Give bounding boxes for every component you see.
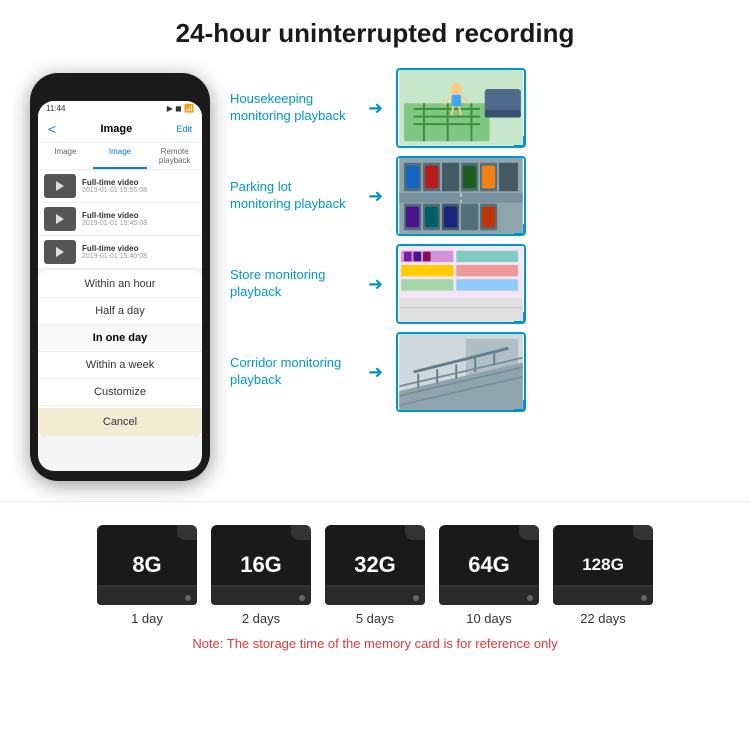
- sd-card-128g-dot: [641, 595, 647, 601]
- phone-time: 11:44: [46, 104, 65, 113]
- sd-card-16g: 16G: [211, 525, 311, 605]
- video-title-3: Full-time video: [82, 244, 196, 253]
- monitoring-row-3: Store monitoringplayback ➜: [230, 244, 730, 324]
- tab-image[interactable]: Image: [38, 143, 93, 169]
- video-item-2: Full-time video 2019-01-01 15:45:08: [38, 203, 202, 236]
- monitoring-arrow-2: ➜: [368, 186, 388, 207]
- phone-container: 11:44 ▶ ◼ 📶 < Image Edit Image Image Rem…: [20, 63, 220, 481]
- phone-icons: ▶ ◼ 📶: [167, 104, 194, 113]
- monitoring-label-3: Store monitoringplayback: [230, 267, 360, 301]
- phone-status-bar: 11:44 ▶ ◼ 📶: [38, 101, 202, 116]
- video-info-1: Full-time video 2019-01-01 15:55:08: [82, 178, 196, 194]
- dropdown-item-2[interactable]: Half a day: [38, 298, 202, 325]
- video-title-2: Full-time video: [82, 211, 196, 220]
- video-info-2: Full-time video 2019-01-01 15:45:08: [82, 211, 196, 227]
- storage-days-128g: 22 days: [580, 611, 626, 626]
- page-title: 24-hour uninterrupted recording: [0, 0, 750, 63]
- divider: [0, 501, 750, 502]
- storage-days-8g: 1 day: [131, 611, 163, 626]
- back-arrow-icon[interactable]: <: [48, 121, 56, 137]
- storage-card-64g: 64G 10 days: [439, 525, 539, 626]
- monitoring-label-2: Parking lotmonitoring playback: [230, 179, 360, 213]
- sd-card-8g: 8G: [97, 525, 197, 605]
- storage-section: 8G 1 day 16G 2 days 32G 5 days 64G: [0, 510, 750, 666]
- main-section: 11:44 ▶ ◼ 📶 < Image Edit Image Image Rem…: [0, 63, 750, 481]
- monitoring-section: Housekeepingmonitoring playback ➜: [230, 63, 730, 481]
- sd-card-32g: 32G: [325, 525, 425, 605]
- sd-card-64g: 64G: [439, 525, 539, 605]
- phone-nav-bar: < Image Edit: [38, 116, 202, 143]
- monitoring-label-1: Housekeepingmonitoring playback: [230, 91, 360, 125]
- corner-arrow-2: [514, 224, 526, 236]
- monitoring-photo-1: [396, 68, 526, 148]
- video-thumb-1: [44, 174, 76, 198]
- sd-card-64g-label: 64G: [468, 552, 510, 578]
- screen-title: Image: [100, 123, 132, 135]
- storage-days-16g: 2 days: [242, 611, 280, 626]
- monitoring-arrow-3: ➜: [368, 274, 388, 295]
- storage-card-8g: 8G 1 day: [97, 525, 197, 626]
- phone-tabs: Image Image Remote playback: [38, 143, 202, 170]
- tab-image2[interactable]: Image: [93, 143, 148, 169]
- sd-card-128g: 128G: [553, 525, 653, 605]
- tab-remote-playback[interactable]: Remote playback: [147, 143, 202, 169]
- sd-card-8g-dot: [185, 595, 191, 601]
- sd-card-64g-dot: [527, 595, 533, 601]
- storage-note: Note: The storage time of the memory car…: [182, 636, 567, 651]
- monitoring-photo-2: [396, 156, 526, 236]
- sd-card-32g-dot: [413, 595, 419, 601]
- dropdown-overlay: Within an hour Half a day In one day Wit…: [38, 271, 202, 436]
- phone-screen: 11:44 ▶ ◼ 📶 < Image Edit Image Image Rem…: [38, 101, 202, 471]
- play-icon-3: [56, 247, 64, 257]
- sd-card-8g-label: 8G: [132, 552, 161, 578]
- video-title-1: Full-time video: [82, 178, 196, 187]
- sd-card-128g-label: 128G: [582, 555, 624, 575]
- storage-days-64g: 10 days: [466, 611, 512, 626]
- sd-card-16g-label: 16G: [240, 552, 282, 578]
- storage-cards-row: 8G 1 day 16G 2 days 32G 5 days 64G: [97, 525, 653, 626]
- dropdown-item-1[interactable]: Within an hour: [38, 271, 202, 298]
- corner-arrow-3: [514, 312, 526, 324]
- play-icon-2: [56, 214, 64, 224]
- dropdown-item-3[interactable]: In one day: [38, 325, 202, 352]
- corner-arrow-4: [514, 400, 526, 412]
- storage-card-16g: 16G 2 days: [211, 525, 311, 626]
- video-thumb-3: [44, 240, 76, 264]
- storage-days-32g: 5 days: [356, 611, 394, 626]
- sd-card-16g-dot: [299, 595, 305, 601]
- monitoring-photo-4: [396, 332, 526, 412]
- monitoring-arrow-4: ➜: [368, 362, 388, 383]
- cancel-button[interactable]: Cancel: [38, 408, 202, 436]
- video-info-3: Full-time video 2019-01-01 15:40:08: [82, 244, 196, 260]
- monitoring-row-1: Housekeepingmonitoring playback ➜: [230, 68, 730, 148]
- video-thumb-2: [44, 207, 76, 231]
- storage-card-128g: 128G 22 days: [553, 525, 653, 626]
- video-date-3: 2019-01-01 15:40:08: [82, 253, 196, 260]
- monitoring-row-4: Corridor monitoringplayback ➜: [230, 332, 730, 412]
- storage-card-32g: 32G 5 days: [325, 525, 425, 626]
- video-item-3: Full-time video 2019-01-01 15:40:08: [38, 236, 202, 269]
- play-icon-1: [56, 181, 64, 191]
- monitoring-label-4: Corridor monitoringplayback: [230, 355, 360, 389]
- monitoring-row-2: Parking lotmonitoring playback ➜: [230, 156, 730, 236]
- dropdown-item-5[interactable]: Customize: [38, 379, 202, 406]
- sd-card-32g-label: 32G: [354, 552, 396, 578]
- corner-arrow-1: [514, 136, 526, 148]
- phone-mockup: 11:44 ▶ ◼ 📶 < Image Edit Image Image Rem…: [30, 73, 210, 481]
- monitoring-photo-3: [396, 244, 526, 324]
- video-item-1: Full-time video 2019-01-01 15:55:08: [38, 170, 202, 203]
- edit-button[interactable]: Edit: [176, 124, 192, 134]
- phone-notch: [90, 83, 150, 97]
- monitoring-arrow-1: ➜: [368, 98, 388, 119]
- dropdown-item-4[interactable]: Within a week: [38, 352, 202, 379]
- video-date-2: 2019-01-01 15:45:08: [82, 220, 196, 227]
- video-date-1: 2019-01-01 15:55:08: [82, 187, 196, 194]
